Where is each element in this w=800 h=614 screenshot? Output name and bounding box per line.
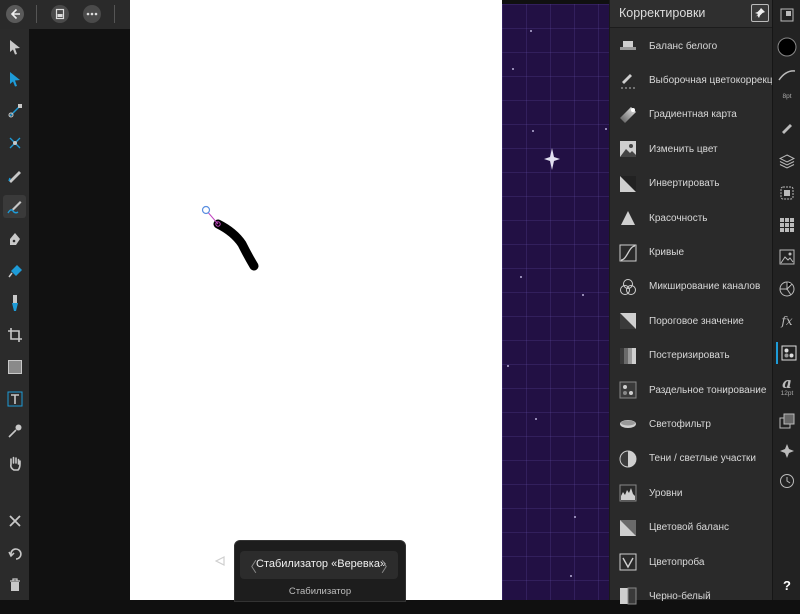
color-wheel-icon[interactable] xyxy=(776,278,798,300)
selective-color-icon xyxy=(619,72,637,90)
history-icon[interactable] xyxy=(776,470,798,492)
stroke-handle[interactable] xyxy=(201,205,211,215)
stock-icon[interactable] xyxy=(776,246,798,268)
adjustment-curves[interactable]: Кривые xyxy=(610,235,773,269)
tools-panel xyxy=(0,29,29,600)
adjustments-list: Баланс белого Выборочная цветокоррекц Гр… xyxy=(610,29,773,614)
node-tool-icon[interactable] xyxy=(3,67,26,90)
vector-brush-tool-icon[interactable] xyxy=(3,195,26,218)
invert-icon xyxy=(619,175,637,193)
artboard[interactable] xyxy=(130,0,502,600)
black-white-icon xyxy=(619,587,637,605)
brushes-icon[interactable] xyxy=(776,116,798,138)
transform-tool-icon[interactable] xyxy=(3,131,26,154)
shadows-highlights-icon xyxy=(619,450,637,468)
stabilizer-popup: 〈 Стабилизатор «Веревка» 〉 Стабилизатор xyxy=(234,540,406,602)
color-balance-icon xyxy=(619,519,637,537)
text-size-label: 12pt xyxy=(780,390,794,397)
crop-tool-icon[interactable] xyxy=(3,323,26,346)
appearance-icon[interactable] xyxy=(776,182,798,204)
adjustment-vibrance[interactable]: Красочность xyxy=(610,201,773,235)
transparency-tool-icon[interactable] xyxy=(3,291,26,314)
threshold-icon xyxy=(619,312,637,330)
undo-icon[interactable] xyxy=(3,541,26,564)
more-icon[interactable] xyxy=(81,3,103,25)
previous-chevron-icon[interactable]: 〈 xyxy=(243,557,257,577)
studio-rail: 8pt fx a 12pt ? xyxy=(772,0,800,600)
close-icon[interactable] xyxy=(3,509,26,532)
white-balance-icon xyxy=(619,37,637,55)
pen-tool-icon[interactable] xyxy=(3,227,26,250)
stroke-icon[interactable] xyxy=(776,64,798,86)
vibrance-icon xyxy=(619,209,637,227)
recolor-icon xyxy=(619,140,637,158)
back-icon[interactable] xyxy=(4,3,26,25)
adjustment-lens-filter[interactable]: Светофильтр xyxy=(610,407,773,441)
fx-icon[interactable]: fx xyxy=(776,310,798,332)
delete-icon[interactable] xyxy=(3,573,26,596)
pasteboard xyxy=(29,29,130,600)
move-tool-icon[interactable] xyxy=(3,35,26,58)
lens-filter-icon xyxy=(619,415,637,433)
panel-header: Корректировки xyxy=(610,0,773,28)
posterize-icon xyxy=(619,347,637,365)
brush-stroke xyxy=(201,205,259,271)
stroke-width-label: 8pt xyxy=(782,93,792,100)
adjustment-shadows-highlights[interactable]: Тени / светлые участки xyxy=(610,442,773,476)
adjustment-gradient-map[interactable]: Градиентная карта xyxy=(610,98,773,132)
stabilizer-value: Стабилизатор «Веревка» xyxy=(256,558,387,570)
adjustment-levels[interactable]: Уровни xyxy=(610,476,773,510)
adjustment-invert[interactable]: Инвертировать xyxy=(610,167,773,201)
help-button[interactable]: ? xyxy=(776,574,798,596)
adjustments-tab-icon[interactable] xyxy=(776,342,800,364)
adjustment-color-balance[interactable]: Цветовой баланс xyxy=(610,510,773,544)
hand-tool-icon[interactable] xyxy=(3,451,26,474)
sparkle-icon xyxy=(544,148,560,170)
fill-tool-icon[interactable] xyxy=(3,259,26,282)
split-toning-icon xyxy=(619,381,637,399)
constraints-icon[interactable] xyxy=(776,440,798,462)
corner-tool-icon[interactable] xyxy=(3,99,26,122)
stabilizer-caption: Стабилизатор xyxy=(288,586,352,597)
shape-tool-icon[interactable] xyxy=(3,355,26,378)
adjustment-black-white[interactable]: Черно-белый xyxy=(610,579,773,613)
soft-proof-icon xyxy=(619,553,637,571)
navigator-icon[interactable] xyxy=(776,4,798,26)
adjustment-threshold[interactable]: Пороговое значение xyxy=(610,304,773,338)
swatches-icon[interactable] xyxy=(776,214,798,236)
gradient-map-icon xyxy=(619,106,637,124)
purple-artboard[interactable] xyxy=(502,4,609,600)
layers-icon[interactable] xyxy=(776,150,798,172)
color-picker-icon[interactable] xyxy=(3,419,26,442)
pin-icon[interactable] xyxy=(751,4,769,22)
text-tool-icon[interactable] xyxy=(3,387,26,410)
adjustments-panel: Корректировки Баланс белого Выборочная ц… xyxy=(609,0,773,605)
adjustment-white-balance[interactable]: Баланс белого xyxy=(610,29,773,63)
adjustment-recolor[interactable]: Изменить цвет xyxy=(610,132,773,166)
collapse-triangle-icon[interactable] xyxy=(215,556,225,566)
adjustment-split-toning[interactable]: Раздельное тонирование xyxy=(610,373,773,407)
fill-color-swatch[interactable] xyxy=(776,36,798,58)
document-icon[interactable] xyxy=(49,3,71,25)
stabilizer-selector[interactable]: 〈 Стабилизатор «Веревка» 〉 xyxy=(240,551,398,579)
channel-mixer-icon xyxy=(619,278,637,296)
adjustment-posterize[interactable]: Постеризировать xyxy=(610,339,773,373)
adjustment-selective-color[interactable]: Выборочная цветокоррекц xyxy=(610,63,773,97)
adjustment-channel-mixer[interactable]: Микширование каналов xyxy=(610,270,773,304)
panel-title: Корректировки xyxy=(619,6,706,20)
next-chevron-icon[interactable]: 〉 xyxy=(381,557,395,577)
adjustment-soft-proof[interactable]: Цветопроба xyxy=(610,545,773,579)
transform-panel-icon[interactable] xyxy=(776,410,798,432)
curves-icon xyxy=(619,244,637,262)
pencil-tool-icon[interactable] xyxy=(3,163,26,186)
levels-icon xyxy=(619,484,637,502)
